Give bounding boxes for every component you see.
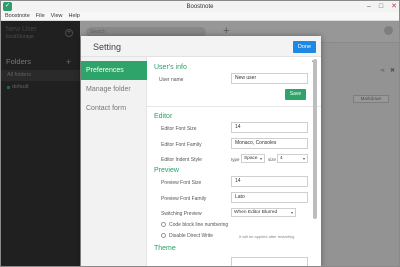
restart-note: It will be applied after restarting — [239, 234, 295, 239]
indent-type-value: Space — [244, 156, 258, 161]
title-bar: ✓ Boostnote – □ ✕ — [1, 1, 399, 12]
window-title: Boostnote — [186, 3, 214, 10]
minimize-icon[interactable]: – — [367, 1, 371, 12]
modal-header: Setting Done — [81, 36, 321, 57]
menu-bar: Boostnote File View Help — [1, 12, 399, 21]
menu-help[interactable]: Help — [68, 12, 79, 20]
user-name-input[interactable]: New user — [231, 73, 308, 84]
indent-size-label: size — [268, 157, 277, 162]
switching-preview-value: When Editor Blurred — [234, 210, 278, 215]
preferences-content: User's info User name New user Save Edit… — [147, 57, 321, 266]
preview-font-size-label: Preview Font Size — [161, 180, 202, 186]
menu-view[interactable]: View — [51, 12, 63, 20]
disable-direct-write-label: Disable Direct Write — [169, 233, 214, 239]
done-button[interactable]: Done — [293, 41, 316, 53]
disable-direct-write-checkbox[interactable] — [161, 233, 166, 238]
tab-contact-form[interactable]: Contact form — [81, 99, 147, 118]
maximize-icon[interactable]: □ — [379, 1, 383, 12]
section-title-theme: Theme — [154, 245, 176, 252]
chevron-down-icon: ▾ — [259, 156, 262, 161]
theme-select[interactable] — [231, 257, 308, 266]
user-name-label: User name — [159, 77, 184, 83]
code-block-numbering-label: Code block line numbering — [169, 222, 229, 228]
chevron-down-icon: ▾ — [302, 156, 305, 161]
tab-manage-folder[interactable]: Manage folder — [81, 80, 147, 99]
editor-font-family-input[interactable]: Monaco, Consoles — [231, 138, 308, 149]
chevron-down-icon: ▾ — [290, 210, 293, 215]
section-title-preview: Preview — [154, 167, 179, 174]
modal-title: Setting — [93, 42, 122, 52]
indent-size-select[interactable]: 4 ▾ — [277, 154, 308, 163]
preview-font-family-label: Preview Font Family — [161, 196, 207, 202]
indent-type-select[interactable]: Space ▾ — [241, 154, 265, 163]
window-controls: – □ ✕ — [367, 1, 397, 12]
editor-font-size-label: Editor Font Size — [161, 126, 197, 132]
app-logo-icon: ✓ — [3, 2, 12, 11]
settings-nav: Preferences Manage folder Contact form — [81, 57, 147, 266]
preview-font-size-input[interactable]: 14 — [231, 176, 308, 187]
section-title-editor: Editor — [154, 113, 173, 120]
scrollbar[interactable] — [313, 59, 317, 219]
menu-boostnote[interactable]: Boostnote — [5, 12, 30, 20]
indent-type-label: type — [231, 157, 240, 162]
editor-font-family-label: Editor Font Family — [161, 142, 202, 148]
close-icon[interactable]: ✕ — [391, 1, 397, 12]
switching-preview-select[interactable]: When Editor Blurred ▾ — [231, 208, 296, 217]
divider — [147, 106, 321, 107]
indent-size-value: 4 — [280, 156, 283, 161]
save-button[interactable]: Save — [285, 89, 306, 100]
code-block-numbering-checkbox[interactable] — [161, 222, 166, 227]
menu-file[interactable]: File — [36, 12, 45, 20]
editor-indent-style-label: Editor Indent Style — [161, 157, 202, 163]
switching-preview-label: Switching Preview — [161, 211, 202, 217]
tab-preferences[interactable]: Preferences — [81, 61, 147, 80]
app-window: ✓ Boostnote – □ ✕ Boostnote File View He… — [0, 0, 400, 267]
preview-font-family-input[interactable]: Lato — [231, 192, 308, 203]
editor-font-size-input[interactable]: 14 — [231, 122, 308, 133]
section-title-users-info: User's info — [154, 64, 187, 71]
settings-modal: Setting Done Preferences Manage folder C… — [81, 36, 321, 266]
